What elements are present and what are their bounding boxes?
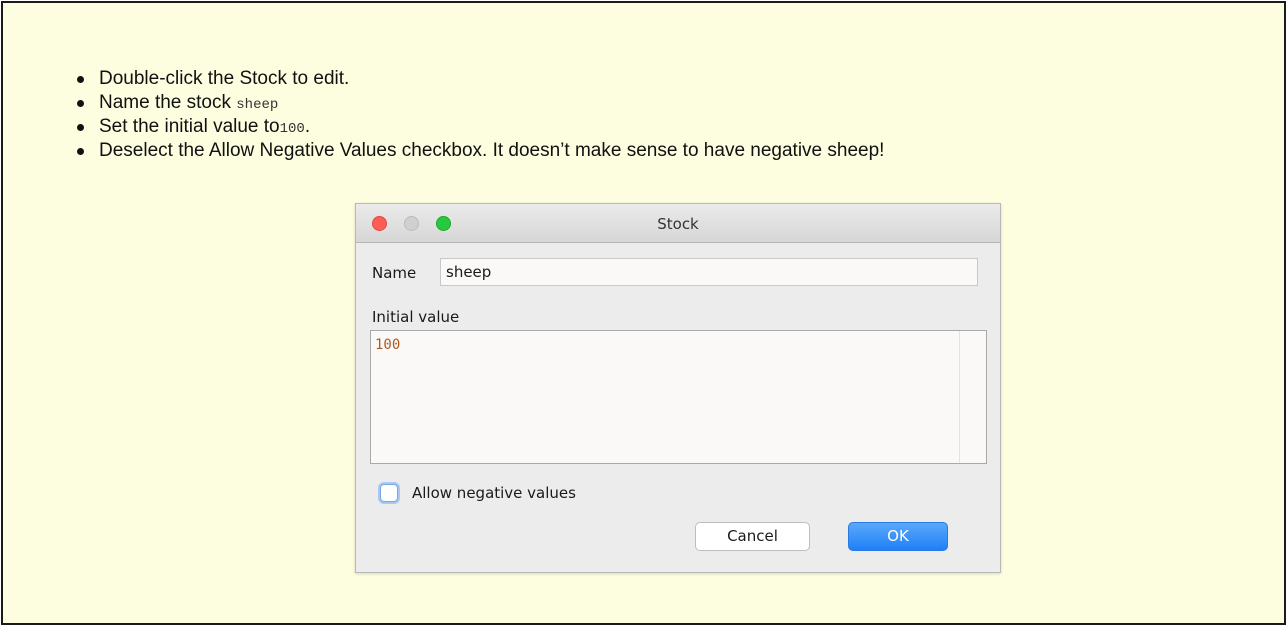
instruction-text: Set the initial value to xyxy=(99,116,280,137)
instruction-suffix: . xyxy=(304,116,311,137)
instruction-text: Name the stock xyxy=(99,92,237,113)
instruction-item: Double-click the Stock to edit. xyxy=(76,67,884,91)
instruction-item: Name the stock sheep xyxy=(76,91,884,115)
initial-value-input[interactable]: 100 xyxy=(370,330,987,464)
cancel-button[interactable]: Cancel xyxy=(695,522,810,551)
instruction-text: Double-click the Stock to edit. xyxy=(99,68,350,89)
instruction-code: 100 xyxy=(279,121,305,137)
dialog-title: Stock xyxy=(657,215,699,233)
name-label: Name xyxy=(372,264,417,282)
initial-value-scrollbar[interactable] xyxy=(959,331,986,463)
allow-negative-checkbox[interactable] xyxy=(380,484,398,502)
name-input[interactable]: sheep xyxy=(440,258,978,286)
instruction-text: Deselect the Allow Negative Values check… xyxy=(99,140,885,161)
instruction-code: sheep xyxy=(236,97,279,113)
instruction-list: Double-click the Stock to edit. Name the… xyxy=(76,67,885,163)
initial-value-text: 100 xyxy=(375,337,401,353)
instruction-item: Set the initial value to100. xyxy=(76,115,884,139)
dialog-titlebar[interactable]: Stock xyxy=(356,204,1000,243)
allow-negative-label[interactable]: Allow negative values xyxy=(412,484,576,502)
stock-dialog: Stock Name sheep Initial value 100 Allow… xyxy=(355,203,1001,573)
instruction-item: Deselect the Allow Negative Values check… xyxy=(76,139,885,163)
initial-value-label: Initial value xyxy=(372,308,460,326)
ok-button[interactable]: OK xyxy=(848,522,948,551)
